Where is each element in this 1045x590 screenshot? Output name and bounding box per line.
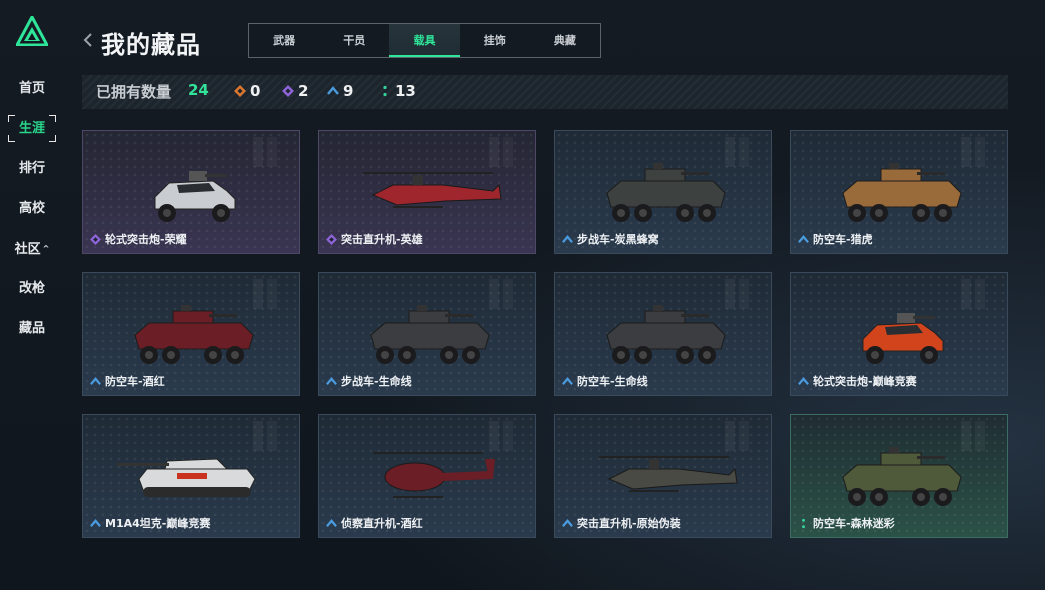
sidebar-item-label: 排行 (18, 161, 45, 176)
page-title: 我的藏品 (101, 31, 201, 59)
owned-count-label: 已拥有数量 (96, 83, 172, 101)
back-arrow-icon[interactable] (82, 30, 94, 50)
owned-stats-bar: 已拥有数量 24 0 2 9 13 (82, 75, 1008, 109)
blue-chevron-icon (90, 377, 101, 385)
rarity-count-3: 13 (379, 82, 416, 100)
rarity-count-value: 2 (298, 82, 309, 100)
vehicle-image (606, 163, 726, 222)
sidebar-item-label: 首页 (18, 81, 45, 96)
collection-card[interactable]: M1A4坦克-巅峰竞赛 (82, 414, 300, 538)
tab-2[interactable]: 载具 (389, 24, 460, 57)
collection-card[interactable]: 侦察直升机-酒红 (318, 414, 536, 538)
tab-4[interactable]: 典藏 (530, 24, 600, 57)
blue-chevron-icon (326, 377, 337, 385)
tab-0[interactable]: 武器 (249, 24, 319, 57)
rarity-count-2: 9 (327, 82, 353, 100)
sidebar-item-label: 社区 (14, 242, 41, 257)
item-name: 突击直升机-英雄 (341, 233, 423, 246)
sidebar-item-career[interactable]: 生涯 (0, 115, 64, 156)
rarity-count-1: 2 (282, 82, 308, 100)
collection-card[interactable]: 步战车-炭黑蜂窝 (554, 130, 772, 254)
tab-3[interactable]: 挂饰 (460, 24, 530, 57)
blue-chevron-icon (90, 519, 101, 527)
purple-diamond-icon (282, 83, 294, 97)
item-name: 防空车-酒红 (105, 375, 165, 388)
owned-count-value: 24 (188, 81, 209, 99)
item-name: 防空车-森林迷彩 (813, 517, 895, 530)
vehicle-image (373, 452, 495, 498)
vehicle-image (599, 456, 738, 492)
blue-chevron-icon (326, 519, 337, 527)
category-tabs: 武器 干员 载具 挂饰 典藏 (248, 23, 601, 58)
tab-1[interactable]: 干员 (319, 24, 389, 57)
app-logo[interactable] (16, 16, 48, 46)
blue-chevron-icon (327, 83, 339, 95)
item-name: M1A4坦克-巅峰竞赛 (105, 517, 211, 530)
sidebar-item-collection[interactable]: 藏品 (0, 316, 64, 356)
vehicle-image (842, 447, 962, 506)
sidebar-item-label: 藏品 (18, 321, 45, 336)
orange-diamond-icon (234, 83, 246, 97)
sidebar-item-label: 生涯 (18, 121, 45, 136)
item-name: 防空车-生命线 (577, 375, 648, 388)
blue-chevron-icon (798, 235, 809, 243)
sidebar-item-home[interactable]: 首页 (0, 76, 64, 116)
collection-card[interactable]: 轮式突击炮-巅峰竞赛 (790, 272, 1008, 396)
rarity-count-value: 0 (250, 82, 261, 100)
sidebar-item-label: 高校 (18, 201, 45, 216)
collection-card[interactable]: 轮式突击炮-荣耀 (82, 130, 300, 254)
green-dots-icon (802, 518, 805, 529)
vehicle-image (606, 305, 726, 364)
sidebar-item-university[interactable]: 高校 (0, 196, 64, 236)
green-dots-icon (379, 83, 391, 97)
sidebar-item-ranking[interactable]: 排行 (0, 156, 64, 196)
vehicle-image (862, 313, 944, 364)
rarity-count-0: 0 (234, 82, 260, 100)
vehicle-image (842, 163, 962, 222)
sidebar-item-label: 改枪 (18, 281, 45, 296)
item-name: 侦察直升机-酒红 (341, 517, 423, 530)
vehicle-image (154, 171, 236, 222)
sidebar-nav: 首页生涯排行高校社区 ^ 改枪藏品 (0, 76, 64, 356)
item-name: 防空车-猎虎 (813, 233, 873, 246)
item-name: 步战车-生命线 (341, 375, 412, 388)
rarity-count-value: 9 (343, 82, 354, 100)
chevron-up-icon: ^ (42, 244, 50, 253)
vehicle-image (363, 172, 502, 208)
collection-card[interactable]: 步战车-生命线 (318, 272, 536, 396)
vehicle-image (117, 458, 256, 497)
sidebar-item-community[interactable]: 社区 ^ (0, 236, 64, 276)
item-name: 轮式突击炮-巅峰竞赛 (813, 375, 917, 388)
collection-card[interactable]: 防空车-猎虎 (790, 130, 1008, 254)
sidebar-item-gun-mod[interactable]: 改枪 (0, 276, 64, 316)
item-name: 步战车-炭黑蜂窝 (577, 233, 659, 246)
purple-diamond-icon (326, 234, 337, 245)
blue-chevron-icon (562, 235, 573, 243)
collection-card[interactable]: 突击直升机-原始伪装 (554, 414, 772, 538)
blue-chevron-icon (562, 377, 573, 385)
vehicle-image (134, 305, 254, 364)
collection-card[interactable]: 防空车-酒红 (82, 272, 300, 396)
collection-card[interactable]: 防空车-森林迷彩 (790, 414, 1008, 538)
vehicle-image (370, 305, 490, 364)
purple-diamond-icon (90, 234, 101, 245)
item-name: 突击直升机-原始伪装 (577, 517, 681, 530)
collection-card[interactable]: 突击直升机-英雄 (318, 130, 536, 254)
blue-chevron-icon (798, 377, 809, 385)
collection-card[interactable]: 防空车-生命线 (554, 272, 772, 396)
blue-chevron-icon (562, 519, 573, 527)
rarity-count-value: 13 (395, 82, 416, 100)
item-name: 轮式突击炮-荣耀 (105, 233, 187, 246)
